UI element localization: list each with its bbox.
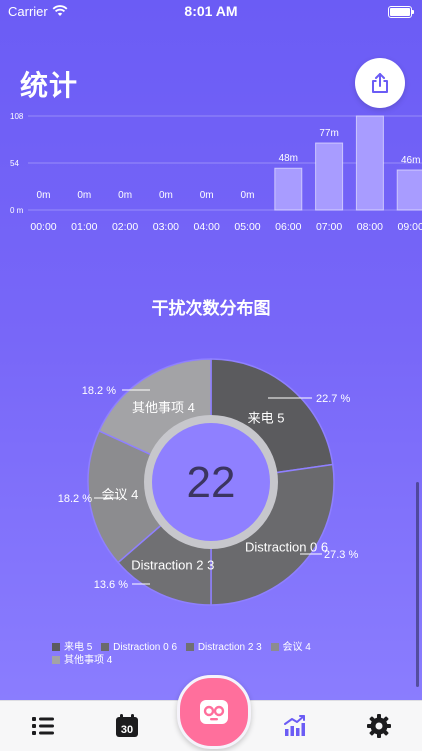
pie-center-value: 22 (187, 458, 236, 507)
pie-legend: 来电 5 Distraction 0 6 Distraction 2 3 会议 … (52, 641, 382, 667)
pie-slice-label: 来电 5 (248, 411, 285, 426)
pie-slice-label: 会议 4 (102, 487, 139, 502)
legend-item: 会议 4 (270, 641, 311, 654)
bar-value-label: 0m (118, 190, 132, 201)
legend-swatch (101, 643, 110, 651)
legend-label: 其他事项 4 (64, 655, 113, 666)
legend-label: 来电 5 (64, 642, 93, 653)
scrollbar[interactable] (416, 482, 419, 687)
x-tick-label: 03:00 (153, 221, 179, 233)
calendar-icon[interactable]: 30 (114, 713, 140, 739)
battery-icon (388, 6, 414, 18)
bar (355, 115, 384, 211)
x-tick-label: 01:00 (71, 221, 97, 233)
bar (274, 167, 303, 211)
x-tick-label: 07:00 (316, 221, 342, 233)
legend-swatch (52, 656, 60, 664)
legend-swatch (52, 643, 60, 651)
x-tick-label: 00:00 (30, 221, 56, 233)
bar-value-label: 0m (241, 190, 255, 201)
page-title: 统计 (20, 70, 79, 101)
bar-value-label: 0m (77, 190, 91, 201)
y-tick-label: 108 (10, 112, 24, 121)
bar-value-label: 0m (159, 190, 173, 201)
bar-value-label: 77m (319, 128, 338, 139)
y-tick-label: 54 (10, 159, 19, 168)
pie-slice-label: Distraction 2 3 (131, 558, 214, 573)
bar (396, 169, 422, 211)
legend-item: 其他事项 4 (52, 654, 112, 667)
bar-value-label: 0m (200, 190, 214, 201)
legend-swatch (185, 643, 194, 651)
gear-icon[interactable] (366, 713, 392, 739)
calendar-day-label: 30 (121, 724, 133, 736)
legend-item: Distraction 2 3 (185, 641, 262, 654)
pie-percent-label: 18.2 % (58, 493, 92, 505)
legend-label: 会议 4 (282, 642, 311, 653)
x-tick-label: 06:00 (275, 221, 301, 233)
chart-trend-icon[interactable] (282, 713, 308, 739)
legend-swatch (270, 643, 279, 651)
x-tick-label: 09:00 (398, 221, 422, 233)
status-time: 8:01 AM (184, 3, 238, 19)
legend-item: 来电 5 (52, 641, 92, 654)
y-tick-label: 0 m (10, 206, 24, 215)
bar-value-label: 0m (37, 190, 51, 201)
status-bar: Carrier 8:01 AM (0, 0, 422, 22)
legend-item: Distraction 0 6 (101, 641, 177, 654)
robot-face-button[interactable] (177, 675, 251, 749)
legend-label: Distraction 0 6 (113, 642, 178, 653)
legend-label: Distraction 2 3 (197, 642, 262, 653)
hourly-bar-chart: 108 54 0 m 0m 00:00 0m 01:00 0m 02:00 0m 03:00 0m 0… (10, 112, 422, 233)
x-tick-label: 08:00 (357, 221, 383, 233)
bar-value-label: 48m (279, 153, 298, 164)
x-tick-label: 04:00 (194, 221, 220, 233)
distraction-pie-chart: 22 来电 5 22.7 % Distraction 0 627.3 % Distra… (58, 358, 358, 606)
pie-percent-label: 22.7 % (316, 393, 350, 405)
pie-percent-label: 18.2 % (82, 385, 116, 397)
bar-value-label: 46m (401, 155, 420, 166)
bar (315, 142, 344, 211)
pie-slice-label: 其他事项 4 (132, 400, 195, 415)
pie-slice-label: Distraction 0 6 (245, 539, 328, 554)
pie-percent-label: 27.3 % (324, 549, 358, 561)
list-icon[interactable] (30, 713, 56, 739)
x-tick-label: 02:00 (112, 221, 138, 233)
pie-percent-label: 13.6 % (94, 579, 128, 591)
x-tick-label: 05:00 (234, 221, 260, 233)
share-button[interactable] (355, 58, 405, 108)
pie-chart-title: 干扰次数分布图 (151, 299, 271, 318)
share-icon (372, 73, 388, 93)
robot-face-icon (200, 700, 228, 724)
